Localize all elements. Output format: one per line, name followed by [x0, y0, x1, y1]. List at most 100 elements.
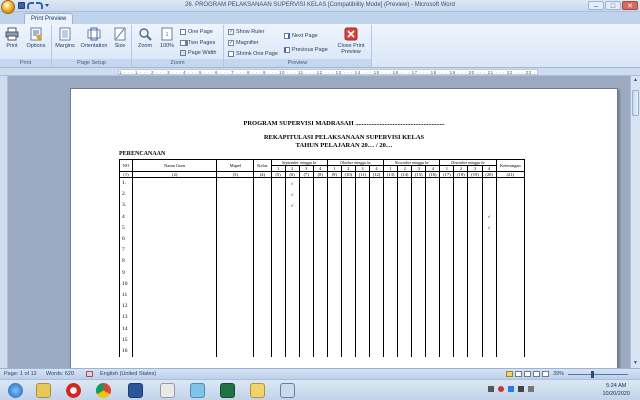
page-width-button[interactable]: Page Width	[180, 50, 216, 56]
print-button[interactable]: Print	[3, 27, 21, 49]
show-ruler-checkbox[interactable]: ✓ Show Ruler	[228, 29, 264, 35]
zoom-button[interactable]: Zoom	[135, 27, 155, 49]
full-screen-view-icon[interactable]	[515, 371, 522, 377]
table-cell	[354, 322, 370, 335]
tray-battery-icon[interactable]	[518, 386, 524, 392]
outline-view-icon[interactable]	[533, 371, 540, 377]
one-page-button[interactable]: One Page	[180, 29, 213, 35]
proofing-icon[interactable]	[86, 371, 93, 377]
table-cell	[340, 222, 356, 234]
table-cell	[270, 322, 286, 335]
size-button[interactable]: Size	[112, 27, 128, 49]
magnifier-checkbox[interactable]: ✓ Magnifier	[228, 40, 259, 46]
table-cell	[397, 345, 413, 357]
doc-subtitle-1: REKAPITULASI PELAKSANAAN SUPERVISI KELAS	[263, 134, 425, 141]
margins-button[interactable]: Margins	[54, 27, 76, 49]
table-cell	[253, 345, 272, 357]
previous-page-icon	[284, 47, 290, 53]
table-cell	[298, 188, 314, 200]
opera-browser-icon[interactable]	[66, 383, 81, 398]
table-cell	[439, 345, 455, 357]
shrink-one-page-button[interactable]: Shrink One Page	[228, 51, 278, 57]
word-taskbar-icon[interactable]	[128, 383, 143, 398]
options-button[interactable]: Options	[24, 27, 48, 49]
options-icon	[30, 27, 42, 41]
office-button[interactable]	[1, 0, 15, 14]
draft-view-icon[interactable]	[542, 371, 549, 377]
taskbar-clock[interactable]: 5:24 AM 10/20/2020	[602, 382, 630, 398]
status-language[interactable]: English (United States)	[100, 371, 156, 377]
zoom-slider-track[interactable]	[568, 374, 628, 375]
table-cell	[425, 177, 441, 189]
table-cell	[425, 278, 441, 290]
tray-network-icon[interactable]	[508, 386, 514, 392]
table-cell	[453, 267, 469, 279]
table-cell	[495, 255, 526, 267]
print-layout-view-icon[interactable]	[506, 371, 513, 377]
table-cell	[397, 244, 413, 256]
table-cell	[467, 334, 483, 346]
two-pages-button[interactable]: Two Pages	[180, 40, 215, 46]
web-layout-view-icon[interactable]	[524, 371, 531, 377]
chrome-browser-icon[interactable]	[96, 383, 111, 398]
table-cell	[397, 199, 413, 212]
table-cell	[411, 222, 427, 234]
tray-expand-icon[interactable]	[488, 386, 494, 392]
table-cell	[326, 244, 342, 256]
orientation-button[interactable]: Orientation	[78, 27, 110, 49]
app-icon[interactable]	[190, 383, 205, 398]
table-cell	[253, 255, 272, 267]
status-words[interactable]: Words: 620	[46, 371, 74, 377]
zoom-100-button[interactable]: 1 100%	[157, 27, 177, 49]
table-cell	[411, 345, 427, 357]
excel-taskbar-icon[interactable]	[220, 383, 235, 398]
scroll-thumb[interactable]	[632, 90, 639, 116]
maximize-button[interactable]: □	[605, 1, 621, 10]
table-cell	[439, 300, 455, 312]
zoom-slider-thumb[interactable]	[591, 371, 594, 378]
next-page-button[interactable]: Next Page	[284, 33, 318, 39]
table-cell	[397, 289, 413, 301]
table-row: 13	[119, 311, 526, 323]
document-page[interactable]: PROGRAM SUPERVISI MADRASAH .............…	[70, 88, 618, 388]
table-cell	[298, 289, 314, 301]
scroll-up-icon[interactable]: ▲	[632, 77, 639, 84]
table-cell	[481, 233, 497, 245]
table-cell	[383, 244, 399, 256]
table-cell	[354, 188, 370, 200]
minimize-button[interactable]: –	[588, 1, 604, 10]
tray-volume-icon[interactable]	[528, 386, 534, 392]
table-cell	[354, 244, 370, 256]
scroll-down-icon[interactable]: ▼	[632, 360, 639, 367]
status-page[interactable]: Page: 1 of 12	[4, 371, 37, 377]
table-cell	[354, 222, 370, 234]
close-window-button[interactable]: ✕	[622, 1, 638, 10]
file-explorer-icon[interactable]	[36, 383, 51, 398]
table-cell	[131, 289, 218, 301]
tray-alert-icon[interactable]	[498, 386, 504, 392]
row-number-cell: 8	[119, 255, 133, 267]
close-print-preview-button[interactable]: Close Print Preview	[332, 27, 370, 55]
tab-print-preview[interactable]: Print Preview	[24, 13, 74, 24]
table-cell	[439, 255, 455, 267]
table-cell	[326, 322, 342, 335]
print-label: Print	[6, 43, 18, 49]
zoom-level[interactable]: 39%	[553, 371, 564, 377]
vertical-ruler[interactable]	[0, 76, 8, 368]
table-cell	[131, 311, 218, 323]
table-cell	[439, 334, 455, 346]
table-cell	[425, 267, 441, 279]
next-page-icon	[284, 33, 290, 39]
table-cell	[495, 177, 526, 189]
table-cell	[284, 255, 300, 267]
horizontal-ruler[interactable]: 1 · · · 1 · · · 2 · · · 3 · · · 4 · · · …	[0, 68, 640, 76]
folder-taskbar-icon[interactable]	[250, 383, 265, 398]
zoom-group: Zoom 1 100% One Page Two Pages Page Widt…	[132, 25, 224, 67]
header-nama-guru: Nama Guru	[131, 159, 218, 172]
vertical-scrollbar[interactable]: ▲ ▼	[630, 76, 640, 368]
paint-icon[interactable]	[160, 383, 175, 398]
previous-page-button[interactable]: Previous Page	[284, 47, 328, 53]
start-button-icon[interactable]	[8, 383, 23, 398]
table-cell	[467, 222, 483, 234]
window-taskbar-icon[interactable]	[280, 383, 295, 398]
